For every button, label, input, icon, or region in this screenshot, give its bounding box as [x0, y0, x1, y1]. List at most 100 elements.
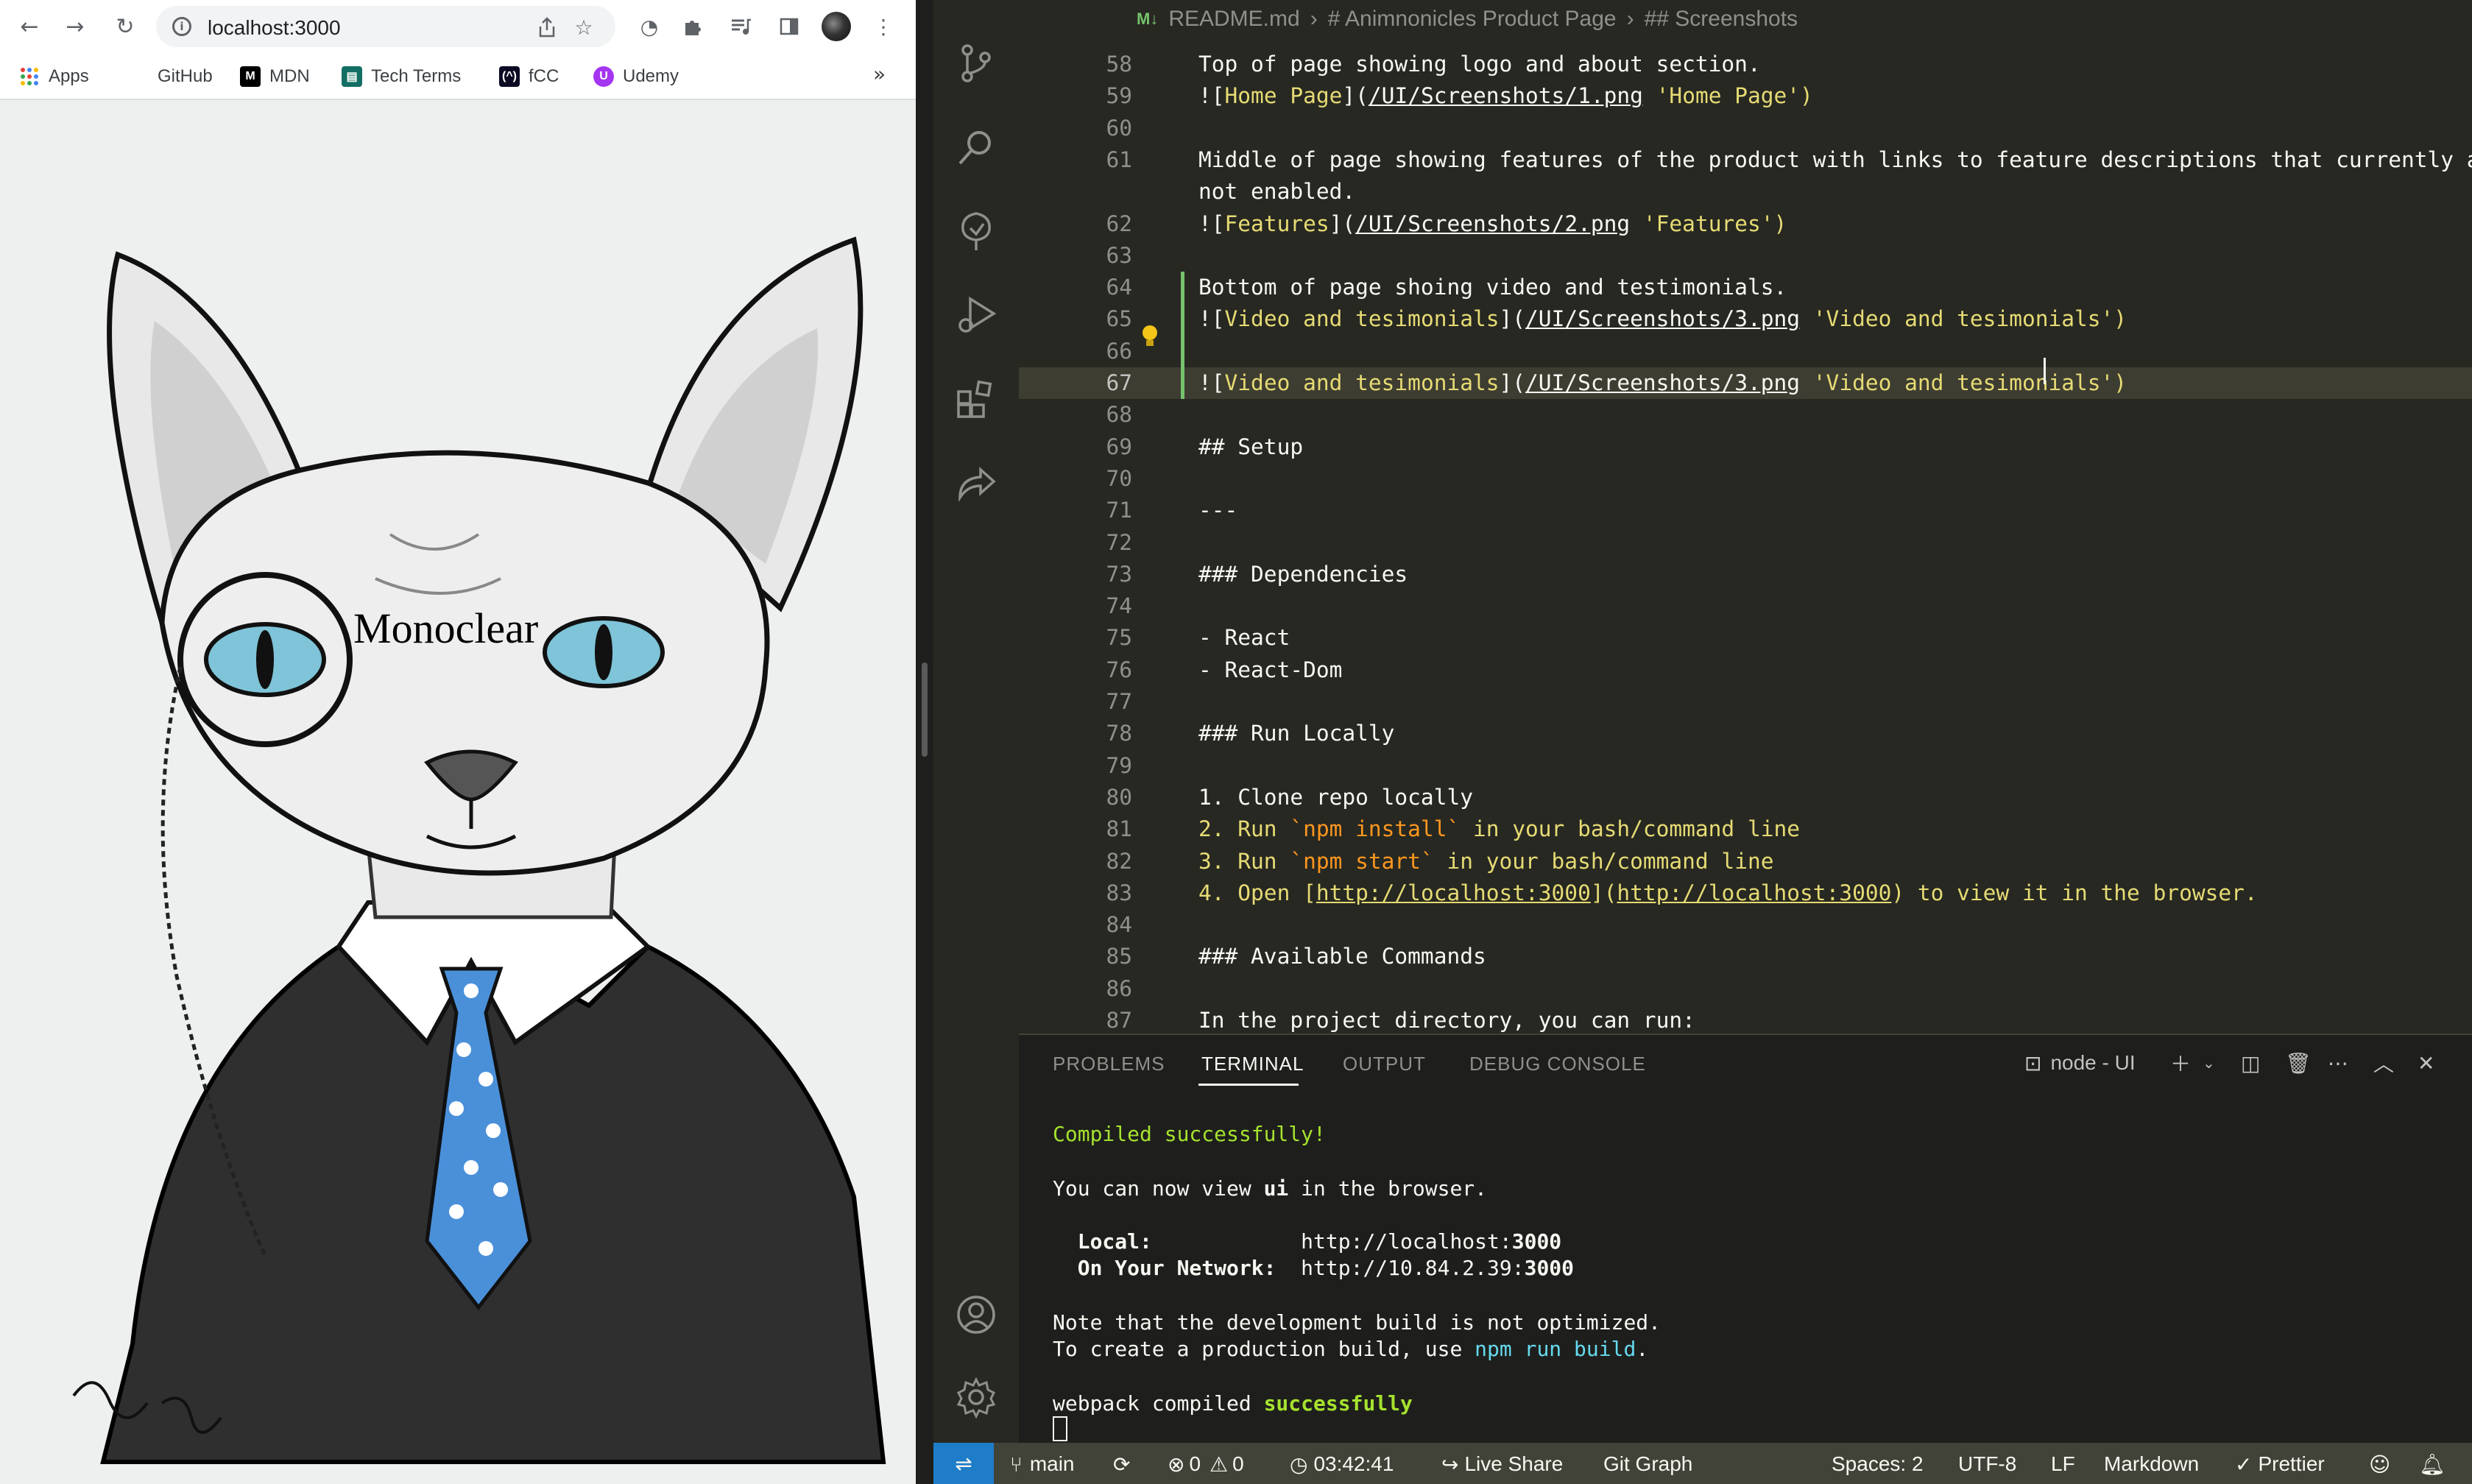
editor-line[interactable]: 61 Middle of page showing features of the… — [1019, 144, 2472, 176]
tab-terminal[interactable]: TERMINAL — [1201, 1053, 1304, 1075]
editor-line[interactable]: 74 — [1019, 590, 2472, 622]
profile-avatar[interactable] — [822, 12, 851, 41]
editor-line[interactable]: 72 — [1019, 527, 2472, 559]
web-page: Monoclear — [0, 100, 916, 1484]
bookmark-label: Udemy — [623, 66, 679, 86]
editor-line[interactable]: 79 — [1019, 750, 2472, 782]
editor-line[interactable]: 83 4. Open [http://localhost:3000](http:/… — [1019, 877, 2472, 909]
close-panel-icon[interactable]: ✕ — [2418, 1048, 2434, 1078]
bookmark-udemy[interactable]: U Udemy — [593, 63, 679, 90]
prettier-indicator[interactable]: ✓ Prettier — [2235, 1452, 2325, 1477]
browser-menu-icon[interactable]: ⋮ — [869, 12, 898, 41]
editor-line[interactable]: 70 — [1019, 463, 2472, 495]
editor-line[interactable]: 69 ## Setup — [1019, 431, 2472, 463]
notifications-bell-icon[interactable]: 🔔︎ — [2419, 1452, 2445, 1477]
editor-line[interactable]: 67 ![Video and tesimonials](/UI/Screensho… — [1019, 367, 2472, 399]
editor-line[interactable]: 84 — [1019, 909, 2472, 941]
bookmark-fcc[interactable]: (^) fCC — [499, 63, 559, 90]
eol-indicator[interactable]: LF — [2051, 1452, 2075, 1477]
editor-line[interactable]: 82 3. Run `npm start` in your bash/comman… — [1019, 846, 2472, 877]
extensions-icon[interactable] — [954, 377, 998, 421]
editor-line[interactable]: 87 In the project directory, you can run: — [1019, 1005, 2472, 1034]
bookmark-star-icon[interactable]: ☆ — [571, 15, 596, 40]
bookmark-github[interactable]: GitHub — [158, 63, 213, 90]
bottom-panel: PROBLEMS TERMINAL OUTPUT DEBUG CONSOLE ⊡… — [1019, 1034, 2472, 1443]
editor-line[interactable]: 85 ### Available Commands — [1019, 941, 2472, 972]
info-icon[interactable]: i — [172, 17, 191, 36]
back-icon[interactable]: ← — [13, 10, 46, 43]
tree-icon[interactable] — [954, 209, 998, 253]
extension-clock-icon[interactable]: ◔ — [635, 12, 664, 41]
line-number: 77 — [1106, 689, 1132, 714]
code-editor[interactable]: 58 Top of page showing logo and about sec… — [1019, 38, 2472, 1034]
indentation-indicator[interactable]: Spaces: 2 — [1832, 1452, 1924, 1477]
editor-line[interactable]: 64 Bottom of page shoing video and testim… — [1019, 272, 2472, 303]
bookmark-mdn[interactable]: M MDN — [240, 63, 310, 90]
chevron-down-icon[interactable]: ⌄ — [2203, 1048, 2215, 1078]
timer-indicator[interactable]: ◷ 03:42:41 — [1290, 1452, 1394, 1477]
search-icon[interactable] — [954, 125, 998, 169]
bookmark-tech-terms[interactable]: ▤ Tech Terms — [342, 63, 461, 90]
tab-debug-console[interactable]: DEBUG CONSOLE — [1469, 1053, 1646, 1075]
editor-line[interactable]: 62 ![Features](/UI/Screenshots/2.png 'Fea… — [1019, 208, 2472, 240]
editor-line[interactable]: 81 2. Run `npm install` in your bash/comm… — [1019, 813, 2472, 845]
lightbulb-icon[interactable] — [1140, 324, 1160, 349]
remote-indicator-icon[interactable]: ⇌ — [933, 1443, 994, 1484]
editor-line[interactable]: 73 ### Dependencies — [1019, 559, 2472, 590]
breadcrumb-section-2[interactable]: ## Screenshots — [1645, 7, 1798, 32]
encoding-indicator[interactable]: UTF-8 — [1958, 1452, 2016, 1477]
branch-indicator[interactable]: ⑂ main — [1010, 1452, 1075, 1477]
settings-gear-icon[interactable] — [954, 1375, 998, 1419]
split-terminal-icon[interactable]: ◫ — [2241, 1048, 2260, 1078]
editor-line[interactable]: 65 ![Video and tesimonials](/UI/Screensho… — [1019, 303, 2472, 335]
editor-line[interactable]: 80 1. Clone repo locally — [1019, 782, 2472, 813]
side-panel-icon[interactable] — [774, 12, 804, 41]
new-terminal-icon[interactable]: ＋ — [2170, 1048, 2191, 1078]
check-icon: ✓ — [2235, 1452, 2253, 1477]
line-code: --- — [1198, 498, 1238, 523]
git-graph-button[interactable]: Git Graph — [1603, 1452, 1692, 1477]
tab-problems[interactable]: PROBLEMS — [1053, 1053, 1165, 1075]
forward-icon[interactable]: → — [59, 10, 91, 43]
editor-line[interactable]: 78 ### Run Locally — [1019, 718, 2472, 749]
bookmarks-overflow-icon[interactable]: » — [873, 62, 886, 86]
editor-line[interactable]: 75 - React — [1019, 622, 2472, 654]
problems-indicator[interactable]: ⊗ 0 ⚠ 0 — [1168, 1452, 1244, 1477]
breadcrumb-file[interactable]: README.md — [1168, 7, 1299, 32]
trash-icon[interactable]: 🗑︎ — [2285, 1048, 2312, 1078]
editor-line[interactable]: 60 — [1019, 113, 2472, 144]
terminal-line: Local: http://localhost:3000 — [1053, 1229, 1562, 1254]
bookmark-apps[interactable]: Apps — [19, 63, 89, 90]
editor-line[interactable]: 77 — [1019, 686, 2472, 718]
editor-line[interactable]: 76 - React-Dom — [1019, 654, 2472, 686]
editor-line[interactable]: 66 — [1019, 336, 2472, 367]
reload-icon[interactable]: ↻ — [109, 10, 141, 43]
live-share-button[interactable]: ↪ Live Share — [1441, 1452, 1563, 1477]
address-bar[interactable]: i localhost:3000 ☆ — [156, 6, 615, 47]
editor-line[interactable]: 58 Top of page showing logo and about sec… — [1019, 49, 2472, 80]
accounts-icon[interactable] — [954, 1293, 998, 1337]
warning-count: 0 — [1232, 1452, 1244, 1475]
editor-line[interactable]: 63 — [1019, 240, 2472, 272]
split-drag-handle[interactable] — [922, 662, 928, 757]
editor-line[interactable]: 68 — [1019, 399, 2472, 431]
sync-icon[interactable]: ⟳ — [1113, 1452, 1130, 1477]
media-queue-icon[interactable] — [726, 12, 755, 41]
tab-output[interactable]: OUTPUT — [1343, 1053, 1426, 1075]
extensions-puzzle-icon[interactable] — [677, 12, 707, 41]
feedback-icon[interactable]: ☺ — [2369, 1452, 2390, 1477]
run-debug-icon[interactable] — [954, 293, 998, 337]
source-control-icon[interactable] — [954, 41, 998, 85]
breadcrumb-section-1[interactable]: # Animnonicles Product Page — [1328, 7, 1617, 32]
language-mode[interactable]: Markdown — [2104, 1452, 2199, 1477]
more-actions-icon[interactable]: ⋯ — [2328, 1048, 2348, 1078]
editor-line[interactable]: 71 --- — [1019, 495, 2472, 526]
bookmark-label: MDN — [269, 66, 310, 86]
maximize-panel-icon[interactable]: ︿ — [2373, 1048, 2394, 1078]
share-icon[interactable] — [534, 15, 559, 40]
address-url[interactable]: localhost:3000 — [208, 16, 341, 40]
editor-line[interactable]: 86 — [1019, 973, 2472, 1005]
terminal-selector[interactable]: ⊡ node - UI — [2024, 1048, 2136, 1078]
editor-line[interactable]: 59 ![Home Page](/UI/Screenshots/1.png 'Ho… — [1019, 80, 2472, 112]
live-share-icon[interactable] — [954, 461, 998, 505]
